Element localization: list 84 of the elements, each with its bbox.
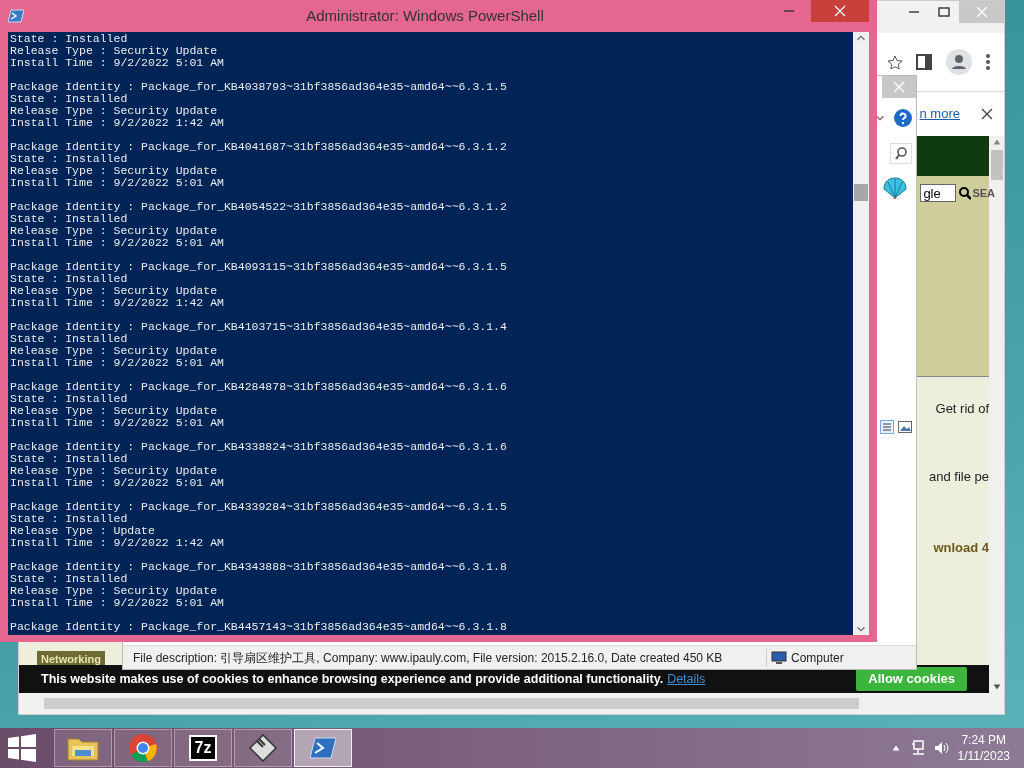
console-line: Release Type : Security Update: [10, 465, 218, 477]
console-line: State : Installed: [10, 213, 128, 225]
console-line: Install Time : 9/2/2022 5:01 AM: [10, 237, 224, 249]
taskbar-app-button[interactable]: [234, 729, 292, 767]
learn-more-link[interactable]: n more: [919, 104, 960, 124]
archiver-icon: 7z: [188, 735, 218, 761]
console-line: Package Identity : Package_for_KB4457143~31bf3856ad364e35~amd64~~6.3.1.8: [10, 621, 507, 633]
scrollbar[interactable]: [853, 32, 869, 635]
console-line: Package Identity : Package_for_KB4041687~31bf3856ad364e35~amd64~~6.3.1.2: [10, 141, 507, 153]
console-line: State : Installed: [10, 513, 128, 525]
console-line: Release Type : Security Update: [10, 285, 218, 297]
help-icon[interactable]: [894, 109, 912, 127]
scroll-thumb[interactable]: [990, 150, 1003, 180]
console-line: Package Identity : Package_for_KB4093115~31bf3856ad364e35~amd64~~6.3.1.5: [10, 261, 507, 273]
file-description: File description: 引导扇区维护工具, Company: www.ipauly.com, File version: 2015.2.16.0, Date created 450 KB: [133, 649, 723, 667]
window-title: Administrator: Windows PowerShell: [305, 5, 545, 26]
console-line: State : Installed: [10, 453, 128, 465]
powershell-icon: [309, 736, 337, 760]
console-line: Package Identity : Package_for_KB4284878~31bf3856ad364e35~amd64~~6.3.1.6: [10, 381, 507, 393]
console-line: State : Installed: [10, 153, 128, 165]
console-line: Release Type : Security Update: [10, 165, 218, 177]
close-icon: [892, 80, 906, 94]
console-line: State : Installed: [10, 273, 128, 285]
search-field[interactable]: gle: [920, 184, 957, 202]
console-line: Install Time : 9/2/2022 5:01 AM: [10, 597, 224, 609]
thumbnail-view-icon[interactable]: [898, 420, 912, 433]
cookie-message: This website makes use of cookies to enhance browsing experience and provide additional functionality.: [41, 670, 664, 688]
console-line: State : Installed: [10, 393, 128, 405]
shell-icon: [882, 177, 908, 199]
console-line: Install Time : 9/2/2022 1:42 AM: [10, 117, 224, 129]
powershell-icon: [8, 9, 24, 23]
console-line: Package Identity : Package_for_KB4054522~31bf3856ad364e35~amd64~~6.3.1.2: [10, 201, 507, 213]
close-icon: [974, 5, 989, 19]
page-text: Get rid of: [935, 400, 989, 418]
computer-icon: [771, 650, 787, 665]
console-line: Release Type : Security Update: [10, 225, 218, 237]
console-line: State : Installed: [10, 573, 128, 585]
console-line: Package Identity : Package_for_KB4338824~31bf3856ad364e35~amd64~~6.3.1.6: [10, 441, 507, 453]
console-line: Install Time : 9/2/2022 5:01 AM: [10, 477, 224, 489]
console-line: Release Type : Update: [10, 525, 155, 537]
console-line: State : Installed: [10, 33, 128, 45]
console-line: Install Time : 9/2/2022 5:01 AM: [10, 57, 224, 69]
taskbar-app-button[interactable]: [54, 729, 112, 767]
network-icon[interactable]: [909, 740, 926, 756]
taskbar-app-button[interactable]: 7z: [174, 729, 232, 767]
download-link[interactable]: wnload 4: [933, 538, 989, 558]
taskbar-app-button[interactable]: [294, 729, 352, 767]
console-line: Release Type : Security Update: [10, 405, 218, 417]
console-line: Install Time : 9/2/2022 5:01 AM: [10, 177, 224, 189]
windows-logo-icon: [8, 734, 36, 762]
console-line: State : Installed: [10, 93, 128, 105]
close-button[interactable]: [980, 107, 994, 121]
console-line: State : Installed: [10, 333, 128, 345]
tab-icon[interactable]: [916, 54, 932, 70]
search-button[interactable]: [890, 142, 912, 164]
details-link[interactable]: Details: [667, 669, 706, 689]
zone-label: Computer: [791, 649, 844, 667]
volume-icon[interactable]: [933, 740, 950, 756]
console-line: Package Identity : Package_for_KB4103715~31bf3856ad364e35~amd64~~6.3.1.4: [10, 321, 507, 333]
page-text: and file pe: [929, 467, 989, 486]
profile-icon[interactable]: [946, 49, 972, 75]
details-view-icon[interactable]: [880, 419, 894, 434]
start-button[interactable]: [8, 734, 36, 762]
browser-icon: [128, 733, 158, 763]
search-icon: [895, 146, 907, 160]
console-line: Release Type : Security Update: [10, 105, 218, 117]
menu-icon[interactable]: [986, 54, 990, 70]
console-line: Install Time : 9/2/2022 1:42 AM: [10, 537, 224, 549]
star-icon[interactable]: [888, 55, 902, 69]
console-line: Install Time : 9/2/2022 1:42 AM: [10, 297, 224, 309]
close-icon: [980, 107, 994, 121]
console-line: Release Type : Security Update: [10, 585, 218, 597]
console-line: Release Type : Security Update: [10, 345, 218, 357]
console-line: Package Identity : Package_for_KB4038793~31bf3856ad364e35~amd64~~6.3.1.5: [10, 81, 507, 93]
console-line: Install Time : 9/2/2022 5:01 AM: [10, 417, 224, 429]
console-line: Install Time : 9/2/2022 5:01 AM: [10, 357, 224, 369]
search-icon: [959, 186, 972, 200]
console-line: Release Type : Security Update: [10, 45, 218, 57]
console-line: Package Identity : Package_for_KB4339284~31bf3856ad364e35~amd64~~6.3.1.5: [10, 501, 507, 513]
maximize-icon: [937, 5, 951, 19]
scroll-thumb[interactable]: [854, 184, 868, 201]
console-line: Package Identity : Package_for_KB4343888~31bf3856ad364e35~amd64~~6.3.1.8: [10, 561, 507, 573]
close-icon: [833, 4, 847, 18]
clock[interactable]: 7:24 PM 1/11/2023: [957, 732, 1010, 764]
